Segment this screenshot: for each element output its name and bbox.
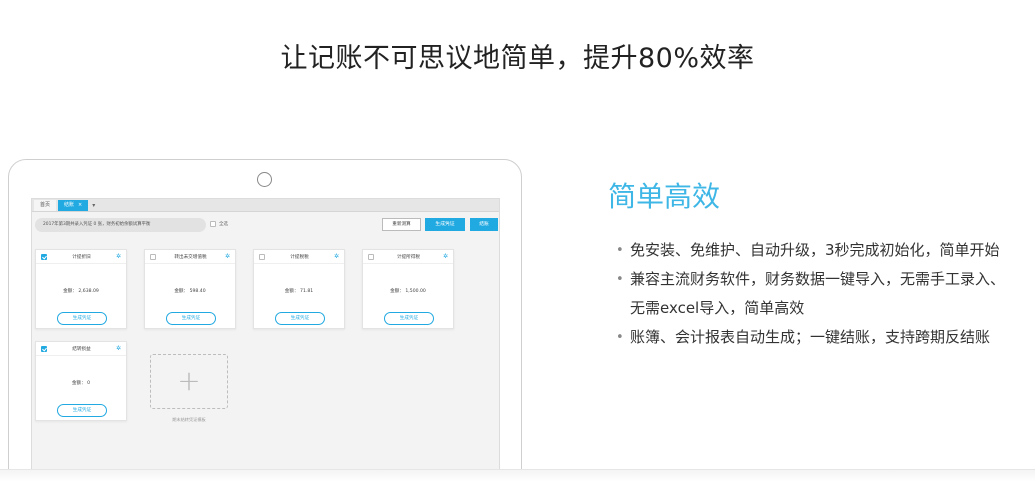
chevron-down-icon[interactable]: ▾	[90, 200, 97, 211]
generate-voucher-button[interactable]: 生成凭证	[384, 312, 434, 325]
card-depreciation: 计提折旧 ✲ 金额： 2,638.09 生成凭证	[35, 249, 127, 329]
feature-text: 兼容主流财务软件，财务数据一键导入，无需手工录入、	[630, 270, 1006, 288]
recalc-button[interactable]: 重新测算	[382, 218, 421, 231]
card-tax-accrual: 计提税税 ✲ 金额： 71.81 生成凭证	[253, 249, 345, 329]
card-amount: 金额： 1,500.00	[390, 289, 426, 294]
gear-icon[interactable]: ✲	[116, 253, 121, 260]
toolbar: 2017年第3期共录入凭证 0 张，财务初始余额试算平衡 全选 重新测算 生成凭…	[32, 216, 499, 236]
add-template-caption: 期末结转凭证模板	[172, 417, 206, 422]
card-amount: 金额： 71.81	[284, 289, 314, 294]
checkbox-icon[interactable]	[41, 253, 47, 260]
feature-title: 简单高效	[608, 180, 721, 213]
generate-voucher-button[interactable]: 生成凭证	[166, 312, 216, 325]
tab-home[interactable]: 首页	[34, 200, 57, 211]
card-amount: 金额： 2,638.09	[63, 289, 99, 294]
card-title: 计提所得税	[396, 254, 420, 260]
card-vat-transfer: 转出未交增值税 ✲ 金额： 598.40 生成凭证	[144, 249, 236, 329]
feature-list: 免安装、免维护、自动升级，3秒完成初始化，简单开始 兼容主流财务软件，财务数据一…	[616, 236, 1035, 352]
tab-close-account[interactable]: 结账 ×	[58, 200, 89, 211]
gear-icon[interactable]: ✲	[225, 253, 230, 260]
app-screen: 首页 结账 × ▾ 2017年第3期共录入凭证 0 张，财务初始余额试算平衡 全…	[31, 198, 500, 478]
select-all-label: 全选	[219, 222, 228, 227]
gear-icon[interactable]: ✲	[334, 253, 339, 260]
card-header: 转出未交增值税 ✲	[145, 250, 235, 264]
feature-text-cont: 无需excel导入，简单高效	[630, 299, 805, 317]
card-title: 计提折旧	[72, 254, 91, 260]
feature-bullet: 兼容主流财务软件，财务数据一键导入，无需手工录入、无需excel导入，简单高效	[616, 265, 1035, 323]
card-header: 计提税税 ✲	[254, 250, 344, 264]
add-template-button[interactable]: +	[150, 354, 228, 409]
feature-bullet: 账簿、会计报表自动生成；一键结账，支持跨期反结账	[616, 323, 1035, 352]
card-header: 计提折旧 ✲	[36, 250, 126, 264]
close-icon[interactable]: ×	[78, 200, 82, 211]
gear-icon[interactable]: ✲	[443, 253, 448, 260]
card-amount: 金额： 0	[71, 381, 91, 386]
camera-icon	[257, 172, 272, 187]
checkbox-icon[interactable]	[210, 221, 216, 227]
card-title: 转出未交增值税	[174, 254, 207, 260]
plus-icon: +	[177, 364, 201, 397]
generate-voucher-button[interactable]: 生成凭证	[425, 218, 465, 231]
period-info: 2017年第3期共录入凭证 0 张，财务初始余额试算平衡	[35, 218, 206, 232]
laptop-frame: 首页 结账 × ▾ 2017年第3期共录入凭证 0 张，财务初始余额试算平衡 全…	[8, 159, 522, 482]
tab-bar: 首页 结账 × ▾	[32, 199, 499, 212]
card-profit-loss: 结转损益 ✲ 金额： 0 生成凭证	[35, 341, 127, 421]
card-title: 结转损益	[72, 346, 91, 352]
page-headline: 让记账不可思议地简单，提升80%效率	[280, 43, 755, 74]
feature-text: 免安装、免维护、自动升级，3秒完成初始化，简单开始	[630, 241, 1000, 259]
generate-voucher-button[interactable]: 生成凭证	[57, 404, 107, 417]
gear-icon[interactable]: ✲	[116, 345, 121, 352]
generate-voucher-button[interactable]: 生成凭证	[57, 312, 107, 325]
checkbox-icon[interactable]	[41, 345, 47, 352]
laptop-base	[0, 469, 1035, 482]
generate-voucher-button[interactable]: 生成凭证	[275, 312, 325, 325]
card-income-tax: 计提所得税 ✲ 金额： 1,500.00 生成凭证	[362, 249, 454, 329]
card-title: 计提税税	[290, 254, 309, 260]
select-all[interactable]: 全选	[210, 221, 228, 227]
card-header: 计提所得税 ✲	[363, 250, 453, 264]
feature-bullet: 免安装、免维护、自动升级，3秒完成初始化，简单开始	[616, 236, 1035, 265]
close-account-button[interactable]: 结账	[470, 218, 498, 231]
card-header: 结转损益 ✲	[36, 342, 126, 356]
tab-label: 结账	[64, 202, 75, 208]
card-amount: 金额： 598.40	[174, 289, 206, 294]
page: 让记账不可思议地简单，提升80%效率 首页 结账 × ▾ 2017年第3期共录入…	[0, 0, 1035, 482]
feature-text: 账簿、会计报表自动生成；一键结账，支持跨期反结账	[630, 328, 991, 346]
